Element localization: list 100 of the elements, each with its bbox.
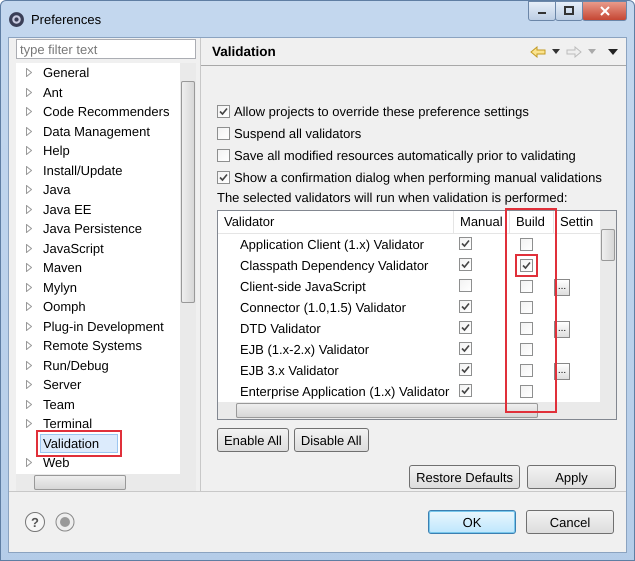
expand-arrow-icon[interactable] (26, 68, 32, 78)
tree-item[interactable]: Java Persistence (40, 219, 145, 238)
page-title: Validation (212, 44, 277, 59)
expand-arrow-icon[interactable] (26, 126, 32, 136)
checkbox[interactable] (459, 300, 472, 313)
checkbox[interactable] (520, 238, 533, 251)
expand-arrow-icon[interactable] (26, 166, 32, 175)
tree-item[interactable]: Web (40, 453, 72, 472)
tree-item[interactable]: Maven (40, 258, 86, 278)
expand-arrow-icon[interactable] (26, 282, 32, 292)
scrollbar[interactable] (16, 474, 196, 491)
table-cell-text: DTD Validator (239, 321, 322, 336)
expand-arrow-icon[interactable] (26, 185, 32, 194)
checkbox[interactable] (217, 148, 230, 162)
scrollbar[interactable] (218, 402, 616, 419)
expand-arrow-icon[interactable] (26, 400, 32, 409)
tree-item[interactable]: JavaScript (40, 238, 107, 258)
tree-item[interactable]: Team (40, 394, 78, 414)
tree-item[interactable]: Plug-in Development (40, 316, 167, 336)
page-action-button[interactable]: Apply (527, 465, 616, 489)
menu-icon[interactable] (608, 48, 618, 54)
dialog-button[interactable]: Cancel (526, 510, 614, 534)
column-header[interactable]: Manual (454, 211, 510, 233)
tree-item[interactable]: Terminal (40, 414, 96, 434)
expand-arrow-icon[interactable] (26, 244, 32, 253)
table-cell-text: Connector (1.0,1.5) Validator (239, 300, 407, 315)
tree-item[interactable]: Data Management (40, 122, 153, 141)
record-icon[interactable] (55, 512, 75, 532)
expand-arrow-icon[interactable] (26, 380, 32, 390)
expand-arrow-icon[interactable] (26, 263, 32, 272)
expand-arrow-icon[interactable] (26, 204, 32, 214)
gear-icon (8, 10, 25, 28)
checkbox[interactable] (217, 170, 230, 184)
expand-arrow-icon[interactable] (26, 302, 32, 312)
table-cell-text: Client-side JavaScript (239, 279, 367, 294)
maximize-button[interactable] (555, 1, 583, 21)
expand-arrow-icon[interactable] (26, 458, 32, 468)
window-title: Preferences (31, 12, 102, 26)
expand-arrow-icon[interactable] (26, 322, 32, 331)
note-text: The selected validators will run when validation is performed: (217, 189, 568, 207)
checkbox[interactable] (520, 343, 533, 356)
close-icon (600, 6, 610, 16)
table-cell-text: EJB (1.x-2.x) Validator (239, 342, 370, 357)
help-button[interactable]: ? (25, 512, 45, 532)
table-cell-text: Application Client (1.x) Validator (239, 237, 426, 252)
expand-arrow-icon[interactable] (26, 341, 32, 350)
close-button[interactable] (582, 1, 627, 21)
tree-item[interactable]: Run/Debug (40, 356, 112, 375)
checkbox[interactable] (217, 126, 230, 140)
tree-item[interactable]: Install/Update (40, 160, 126, 180)
tree-item[interactable]: Help (40, 141, 73, 160)
filter-field[interactable]: type filter text (16, 39, 196, 59)
checkbox[interactable] (520, 259, 533, 272)
table-action-button[interactable]: Disable All (294, 428, 369, 452)
checkbox[interactable] (520, 322, 533, 335)
checkbox-label: Suspend all validators (234, 126, 362, 140)
table-cell-text: EJB 3.x Validator (239, 363, 340, 378)
checkbox[interactable] (520, 301, 533, 314)
expand-arrow-icon[interactable] (26, 107, 32, 116)
tree-item[interactable]: General (40, 63, 92, 82)
tree-item[interactable]: Remote Systems (40, 336, 145, 356)
tree-item[interactable]: Oomph (40, 297, 89, 316)
table-cell-text: Classpath Dependency Validator (239, 258, 430, 273)
tree-item[interactable]: Java (40, 180, 74, 200)
tree-item[interactable]: Ant (40, 82, 66, 102)
expand-arrow-icon[interactable] (26, 88, 32, 97)
checkbox[interactable] (520, 364, 533, 377)
column-header[interactable]: Validator (218, 211, 454, 233)
expand-arrow-icon[interactable] (26, 224, 32, 234)
checkbox[interactable] (217, 104, 230, 118)
tree-item[interactable]: Mylyn (40, 278, 80, 297)
page-action-button[interactable]: Restore Defaults (409, 465, 520, 489)
scrollbar[interactable] (180, 63, 196, 474)
column-header[interactable]: Settin (554, 211, 600, 233)
checkbox[interactable] (459, 278, 472, 292)
maximize-icon (564, 6, 574, 16)
dropdown-icon[interactable] (552, 49, 560, 54)
checkbox[interactable] (520, 385, 533, 398)
checkbox[interactable] (459, 237, 472, 250)
checkbox[interactable] (459, 321, 472, 334)
minimize-button[interactable] (528, 1, 556, 21)
checkbox[interactable] (459, 384, 472, 397)
checkbox[interactable] (520, 280, 533, 293)
tree-item[interactable]: Code Recommenders (40, 102, 172, 122)
scrollbar[interactable] (600, 211, 616, 402)
expand-arrow-icon[interactable] (26, 419, 32, 428)
checkbox[interactable] (459, 258, 472, 271)
tree-item[interactable]: Java EE (40, 200, 94, 219)
expand-arrow-icon[interactable] (26, 360, 32, 370)
checkbox-label: Allow projects to override these preference settings (234, 104, 529, 118)
tree-item[interactable]: Server (40, 375, 84, 394)
checkbox[interactable] (459, 342, 472, 355)
checkbox-label: Save all modified resources automatically prior to validating (234, 148, 576, 162)
checkbox-label: Show a confirmation dialog when performing manual validations (234, 170, 602, 184)
dialog-button[interactable]: OK (428, 510, 516, 534)
expand-arrow-icon[interactable] (26, 146, 32, 156)
back-arrow-icon[interactable] (530, 46, 546, 58)
column-header[interactable]: Build (510, 211, 554, 233)
table-action-button[interactable]: Enable All (217, 428, 289, 452)
checkbox[interactable] (459, 363, 472, 376)
